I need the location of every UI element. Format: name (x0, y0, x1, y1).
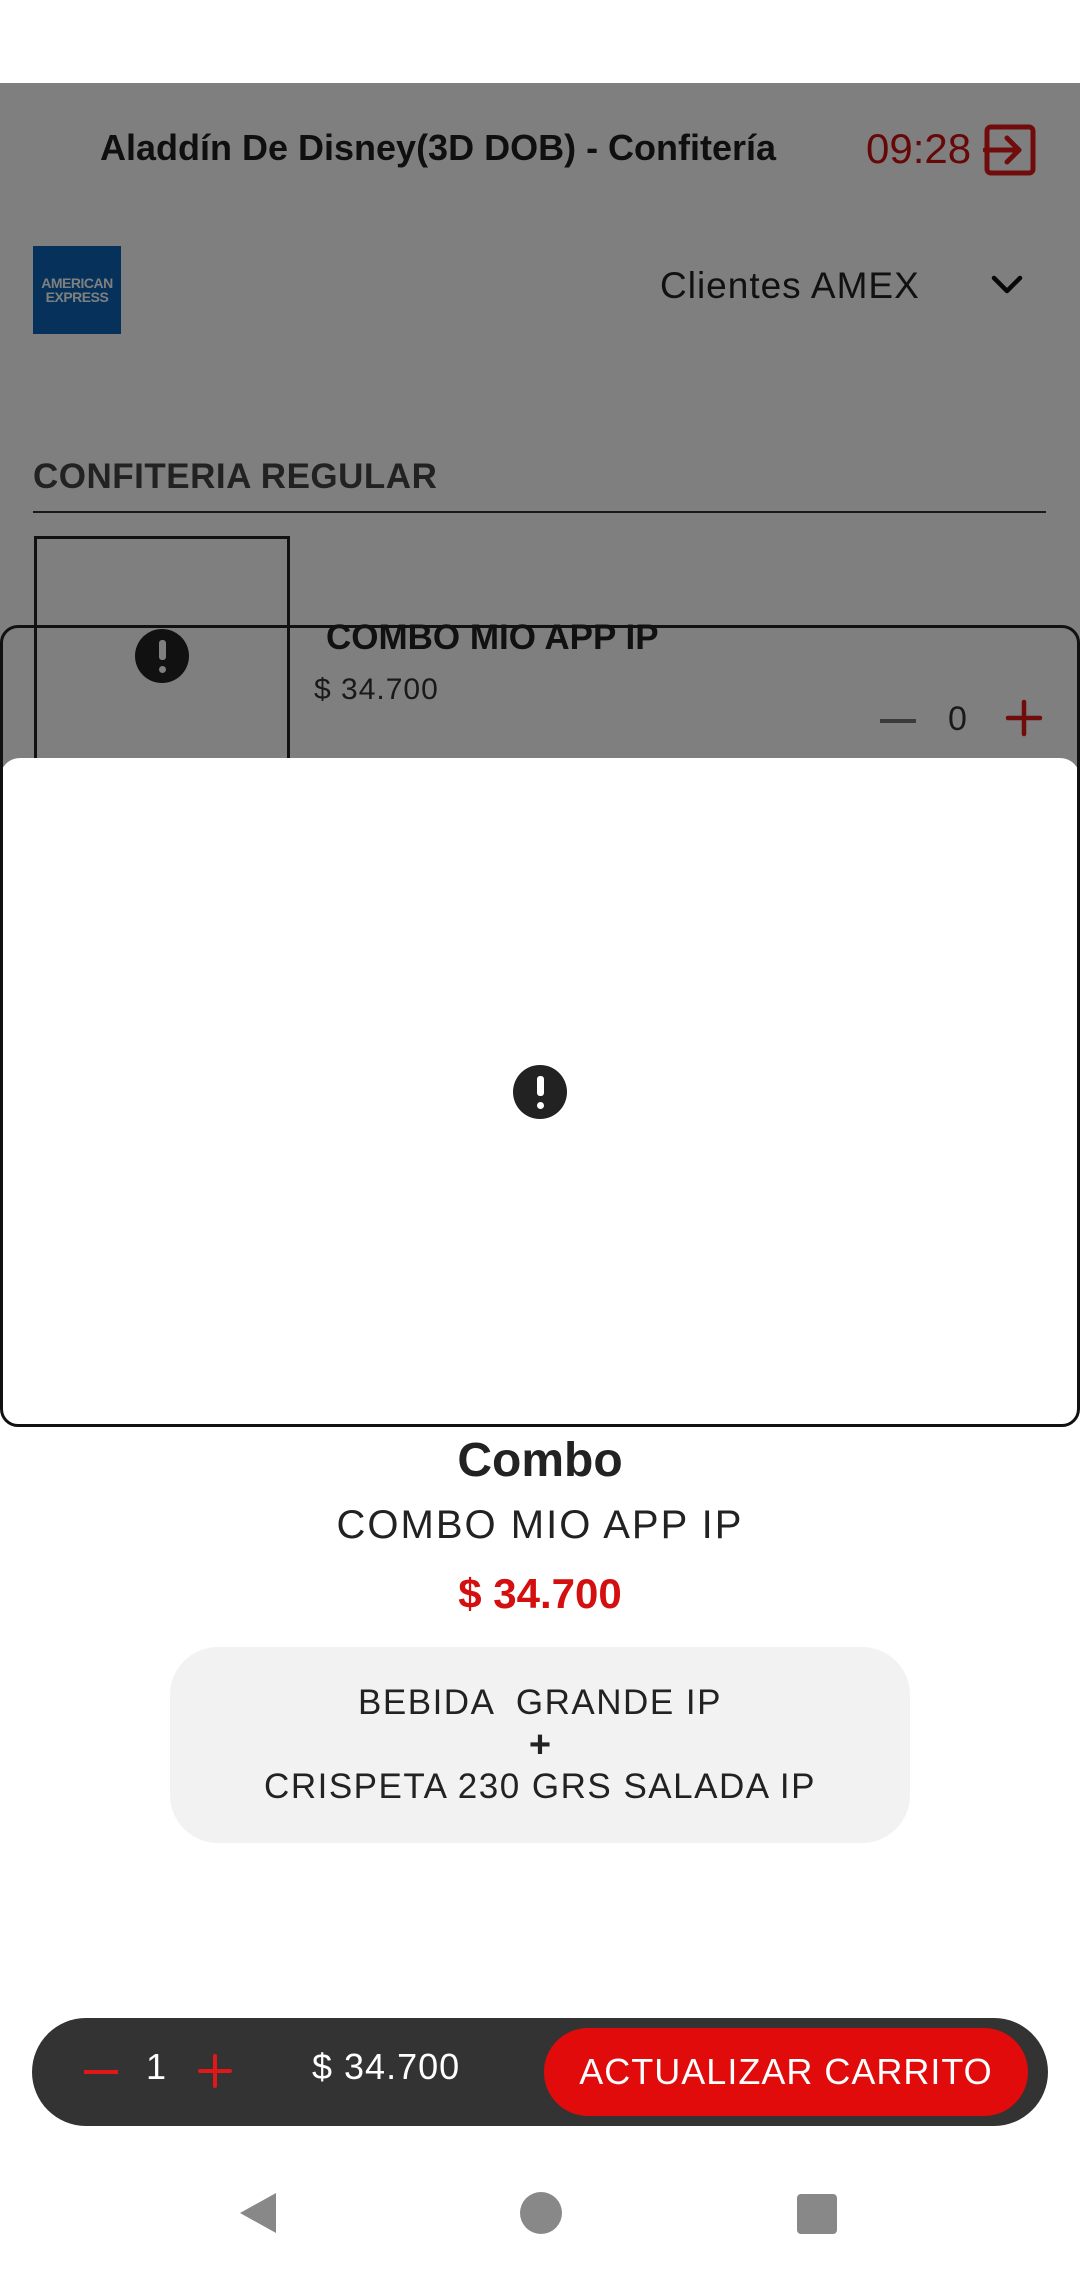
cart-increase-button[interactable] (196, 2052, 234, 2090)
image-error-icon (513, 1065, 567, 1119)
cart-decrease-button[interactable] (84, 2070, 118, 2074)
combo-item: CRISPETA 230 GRS SALADA IP (264, 1767, 816, 1806)
combo-item-separator: + (528, 1724, 552, 1766)
product-type-label: Combo (457, 1434, 623, 1487)
combo-contents: BEBIDA GRANDE IP + CRISPETA 230 GRS SALA… (170, 1647, 910, 1843)
combo-item: BEBIDA GRANDE IP (358, 1683, 722, 1722)
system-nav-bar (0, 2150, 1080, 2280)
combo-name: COMBO MIO APP IP (336, 1503, 744, 1547)
app-screen: Aladdín De Disney(3D DOB) - Confitería 0… (0, 0, 1080, 2280)
cart-bar: 1 $ 34.700 ACTUALIZAR CARRITO (32, 2018, 1048, 2126)
nav-home-icon[interactable] (520, 2192, 562, 2234)
combo-image (0, 758, 1080, 1426)
cart-quantity: 1 (146, 2046, 167, 2087)
nav-back-icon[interactable] (236, 2190, 280, 2236)
update-cart-button[interactable]: ACTUALIZAR CARRITO (544, 2028, 1028, 2116)
status-bar (0, 0, 1080, 83)
combo-price: $ 34.700 (458, 1570, 622, 1617)
nav-recents-icon[interactable] (797, 2194, 837, 2234)
cart-total: $ 34.700 (312, 2046, 461, 2087)
product-detail-sheet: Combo COMBO MIO APP IP $ 34.700 BEBIDA G… (0, 758, 1080, 2280)
